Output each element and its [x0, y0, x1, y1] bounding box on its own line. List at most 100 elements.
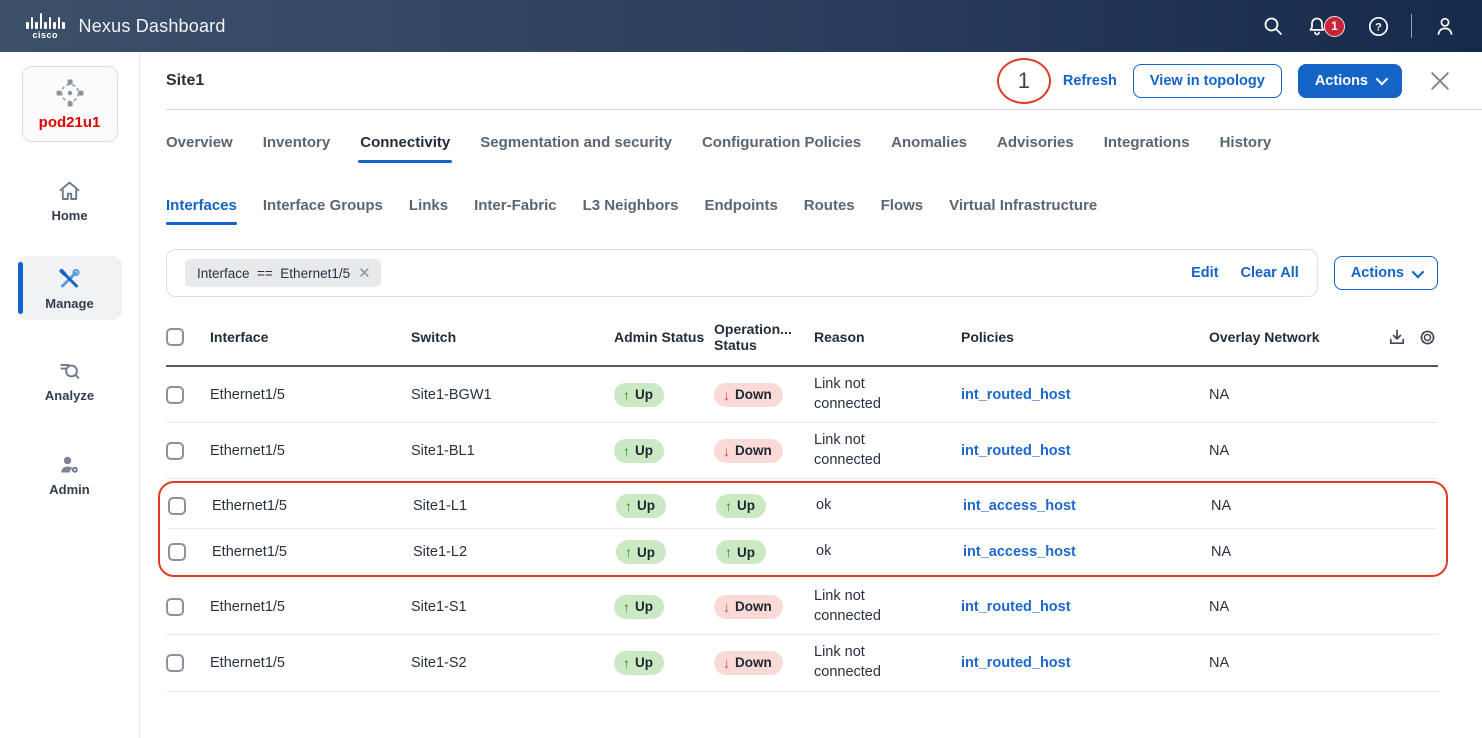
- filter-chip-text: Interface == Ethernet1/5: [197, 266, 350, 281]
- cell-overlay-network: NA: [1209, 599, 1371, 615]
- filter-chip: Interface == Ethernet1/5 ✕: [185, 259, 381, 287]
- cell-overlay-network: NA: [1209, 443, 1371, 459]
- table-settings-gear-icon[interactable]: [1416, 326, 1438, 348]
- subtab-routes[interactable]: Routes: [804, 197, 855, 225]
- tab-advisories[interactable]: Advisories: [997, 134, 1074, 163]
- sidebar: pod21u1 Home Manage Analyze Admin: [0, 52, 140, 738]
- row-checkbox[interactable]: [166, 654, 184, 672]
- tab-segmentation-and-security[interactable]: Segmentation and security: [480, 134, 672, 163]
- row-checkbox[interactable]: [168, 543, 186, 561]
- table-row: Ethernet1/5 Site1-S2 Up Down Link not co…: [166, 635, 1438, 691]
- column-header-overlay-network[interactable]: Overlay Network: [1209, 329, 1371, 345]
- subtab-flows[interactable]: Flows: [881, 197, 924, 225]
- table-row: Ethernet1/5 Site1-BGW1 Up Down Link not …: [166, 367, 1438, 423]
- cell-interface: Ethernet1/5: [212, 498, 413, 514]
- row-checkbox[interactable]: [168, 497, 186, 515]
- policy-link[interactable]: int_routed_host: [961, 599, 1071, 615]
- cisco-logo-bars: [26, 13, 65, 29]
- subtab-inter-fabric[interactable]: Inter-Fabric: [474, 197, 557, 225]
- table-header: Interface Switch Admin Status Operation.…: [166, 311, 1438, 367]
- filter-row: Interface == Ethernet1/5 ✕ Edit Clear Al…: [166, 249, 1482, 297]
- tab-connectivity[interactable]: Connectivity: [360, 134, 450, 163]
- page-header: Site1 1 Refresh View in topology Actions: [166, 52, 1482, 110]
- oper-status-badge: Down: [714, 383, 783, 407]
- subtab-interface-groups[interactable]: Interface Groups: [263, 197, 383, 225]
- close-icon[interactable]: [1428, 69, 1452, 93]
- view-in-topology-button[interactable]: View in topology: [1133, 64, 1282, 98]
- table-row: Ethernet1/5 Site1-BL1 Up Down Link not c…: [166, 423, 1438, 479]
- policy-link[interactable]: int_routed_host: [961, 443, 1071, 459]
- user-icon[interactable]: [1434, 15, 1456, 37]
- sidebar-item-home[interactable]: Home: [18, 168, 122, 232]
- sidebar-item-manage[interactable]: Manage: [18, 256, 122, 320]
- column-header-reason[interactable]: Reason: [814, 329, 961, 345]
- subtab-l3-neighbors[interactable]: L3 Neighbors: [583, 197, 679, 225]
- admin-user-icon: [57, 453, 82, 477]
- cell-switch: Site1-L2: [413, 544, 616, 560]
- sidebar-item-admin[interactable]: Admin: [18, 442, 122, 506]
- cell-switch: Site1-S1: [411, 599, 614, 615]
- cell-overlay-network: NA: [1209, 387, 1371, 403]
- cell-switch: Site1-BGW1: [411, 387, 614, 403]
- policy-link[interactable]: int_access_host: [963, 544, 1076, 560]
- annotation-callout-1: 1: [997, 58, 1051, 104]
- policy-link[interactable]: int_access_host: [963, 498, 1076, 514]
- svg-text:?: ?: [1375, 21, 1382, 33]
- subtab-links[interactable]: Links: [409, 197, 448, 225]
- analyze-icon: [57, 359, 82, 383]
- cluster-selector[interactable]: pod21u1: [22, 66, 118, 142]
- oper-status-badge: Up: [716, 494, 766, 518]
- tab-integrations[interactable]: Integrations: [1104, 134, 1190, 163]
- sidebar-item-analyze[interactable]: Analyze: [18, 348, 122, 412]
- filter-input[interactable]: Interface == Ethernet1/5 ✕ Edit Clear Al…: [166, 249, 1318, 297]
- column-header-policies[interactable]: Policies: [961, 329, 1209, 345]
- subtab-interfaces[interactable]: Interfaces: [166, 197, 237, 225]
- sub-tabs: Interfaces Interface Groups Links Inter-…: [166, 197, 1482, 225]
- admin-status-badge: Up: [616, 494, 666, 518]
- notifications-button[interactable]: 1: [1306, 15, 1345, 37]
- row-checkbox[interactable]: [166, 598, 184, 616]
- select-all-checkbox[interactable]: [166, 328, 184, 346]
- app-title: Nexus Dashboard: [79, 16, 226, 37]
- chevron-down-icon: [1376, 73, 1389, 86]
- search-icon[interactable]: [1262, 15, 1284, 37]
- row-checkbox[interactable]: [166, 442, 184, 460]
- tab-overview[interactable]: Overview: [166, 134, 233, 163]
- actions-button[interactable]: Actions: [1298, 64, 1402, 98]
- cell-reason: ok: [816, 542, 831, 562]
- column-header-interface[interactable]: Interface: [210, 329, 411, 345]
- table-row: Ethernet1/5 Site1-L1 Up Up ok int_access…: [168, 483, 1436, 529]
- table-row: Ethernet1/5 Site1-S1 Up Down Link not co…: [166, 579, 1438, 635]
- help-icon[interactable]: ?: [1367, 15, 1389, 37]
- subtab-virtual-infrastructure[interactable]: Virtual Infrastructure: [949, 197, 1097, 225]
- brand: cisco Nexus Dashboard: [26, 13, 226, 40]
- column-header-admin-status[interactable]: Admin Status: [614, 329, 714, 345]
- cell-overlay-network: NA: [1211, 544, 1373, 560]
- tab-anomalies[interactable]: Anomalies: [891, 134, 967, 163]
- cell-reason: Link not connected: [814, 587, 914, 626]
- chip-close-icon[interactable]: ✕: [358, 266, 371, 281]
- fabric-icon: [55, 78, 85, 108]
- cell-interface: Ethernet1/5: [210, 599, 411, 615]
- filter-edit-link[interactable]: Edit: [1191, 265, 1218, 281]
- oper-status-badge: Down: [714, 439, 783, 463]
- refresh-link[interactable]: Refresh: [1063, 73, 1117, 89]
- tab-inventory[interactable]: Inventory: [263, 134, 331, 163]
- policy-link[interactable]: int_routed_host: [961, 387, 1071, 403]
- tab-history[interactable]: History: [1220, 134, 1272, 163]
- column-header-switch[interactable]: Switch: [411, 329, 614, 345]
- cisco-logo-word: cisco: [32, 31, 58, 40]
- subtab-endpoints[interactable]: Endpoints: [704, 197, 777, 225]
- download-icon[interactable]: [1386, 326, 1408, 348]
- row-checkbox[interactable]: [166, 386, 184, 404]
- admin-status-badge: Up: [614, 383, 664, 407]
- main-tabs: Overview Inventory Connectivity Segmenta…: [166, 134, 1482, 163]
- interfaces-table: Interface Switch Admin Status Operation.…: [166, 311, 1482, 692]
- sidebar-item-label: Admin: [49, 482, 89, 497]
- filter-clear-all-link[interactable]: Clear All: [1241, 265, 1299, 281]
- cell-switch: Site1-S2: [411, 655, 614, 671]
- column-header-oper-status[interactable]: Operation... Status: [714, 321, 814, 353]
- tab-configuration-policies[interactable]: Configuration Policies: [702, 134, 861, 163]
- filter-actions-button[interactable]: Actions: [1334, 256, 1438, 290]
- policy-link[interactable]: int_routed_host: [961, 655, 1071, 671]
